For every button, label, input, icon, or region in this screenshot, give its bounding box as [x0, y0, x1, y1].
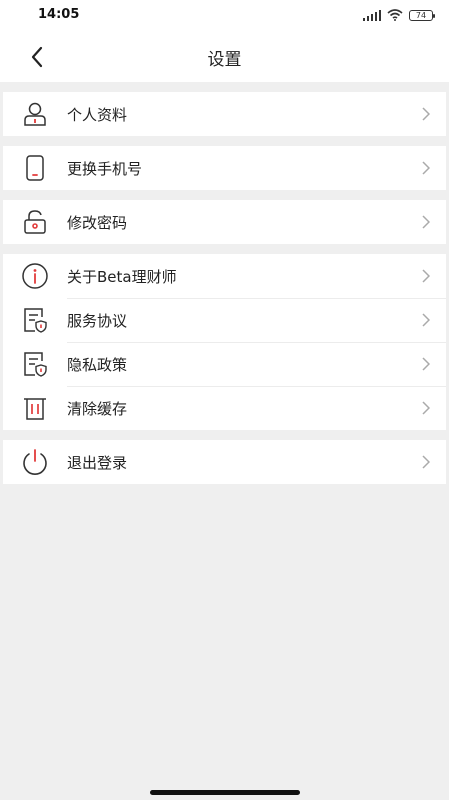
settings-item-label: 隐私政策	[67, 355, 128, 374]
settings-item-logout[interactable]: 退出登录	[3, 440, 446, 484]
settings-group: 个人资料	[3, 92, 446, 136]
settings-item-label: 退出登录	[67, 453, 128, 472]
settings-item-profile[interactable]: 个人资料	[3, 92, 446, 136]
settings-item-label: 清除缓存	[67, 399, 128, 418]
chevron-right-icon	[406, 401, 446, 415]
chevron-right-icon	[406, 313, 446, 327]
chevron-right-icon	[406, 107, 446, 121]
settings-group: 修改密码	[3, 200, 446, 244]
settings-group: 更换手机号	[3, 146, 446, 190]
settings-item-service-agreement[interactable]: 服务协议	[3, 298, 446, 342]
chevron-right-icon	[406, 455, 446, 469]
document-shield-icon	[3, 342, 67, 386]
settings-item-change-phone[interactable]: 更换手机号	[3, 146, 446, 190]
status-bar: 14:05 74	[0, 0, 449, 32]
power-icon	[3, 440, 67, 484]
status-time: 14:05	[38, 7, 80, 22]
battery-icon: 74	[409, 9, 435, 21]
settings-group: 关于Beta理财师 服务协议 隐私政策 清除缓存	[3, 254, 446, 430]
settings-item-label: 关于Beta理财师	[67, 267, 177, 286]
signal-icon	[363, 9, 381, 21]
phone-icon	[3, 146, 67, 190]
settings-group: 退出登录	[3, 440, 446, 484]
settings-item-label: 个人资料	[67, 105, 128, 124]
home-indicator[interactable]	[149, 790, 300, 795]
wifi-icon	[387, 9, 403, 21]
settings-list: 个人资料 更换手机号 修改密码 关于Beta理财师 服务协议 隐私政策 清除缓存…	[0, 82, 449, 484]
status-icons: 74	[363, 9, 435, 21]
nav-bar: 设置	[0, 32, 449, 82]
top-bar: 14:05 74 设置	[0, 0, 449, 82]
chevron-right-icon	[406, 269, 446, 283]
document-shield-icon	[3, 298, 67, 342]
settings-item-label: 修改密码	[67, 213, 128, 232]
chevron-right-icon	[406, 357, 446, 371]
lock-icon	[3, 200, 67, 244]
page-title: 设置	[207, 50, 242, 70]
settings-item-label: 更换手机号	[67, 159, 143, 178]
trash-icon	[3, 386, 67, 430]
info-icon	[3, 254, 67, 298]
chevron-right-icon	[406, 215, 446, 229]
chevron-right-icon	[406, 161, 446, 175]
settings-item-about[interactable]: 关于Beta理财师	[3, 254, 446, 298]
person-icon	[3, 92, 67, 136]
settings-item-label: 服务协议	[67, 311, 128, 330]
settings-item-clear-cache[interactable]: 清除缓存	[3, 386, 446, 430]
settings-item-privacy-policy[interactable]: 隐私政策	[3, 342, 446, 386]
settings-item-change-password[interactable]: 修改密码	[3, 200, 446, 244]
